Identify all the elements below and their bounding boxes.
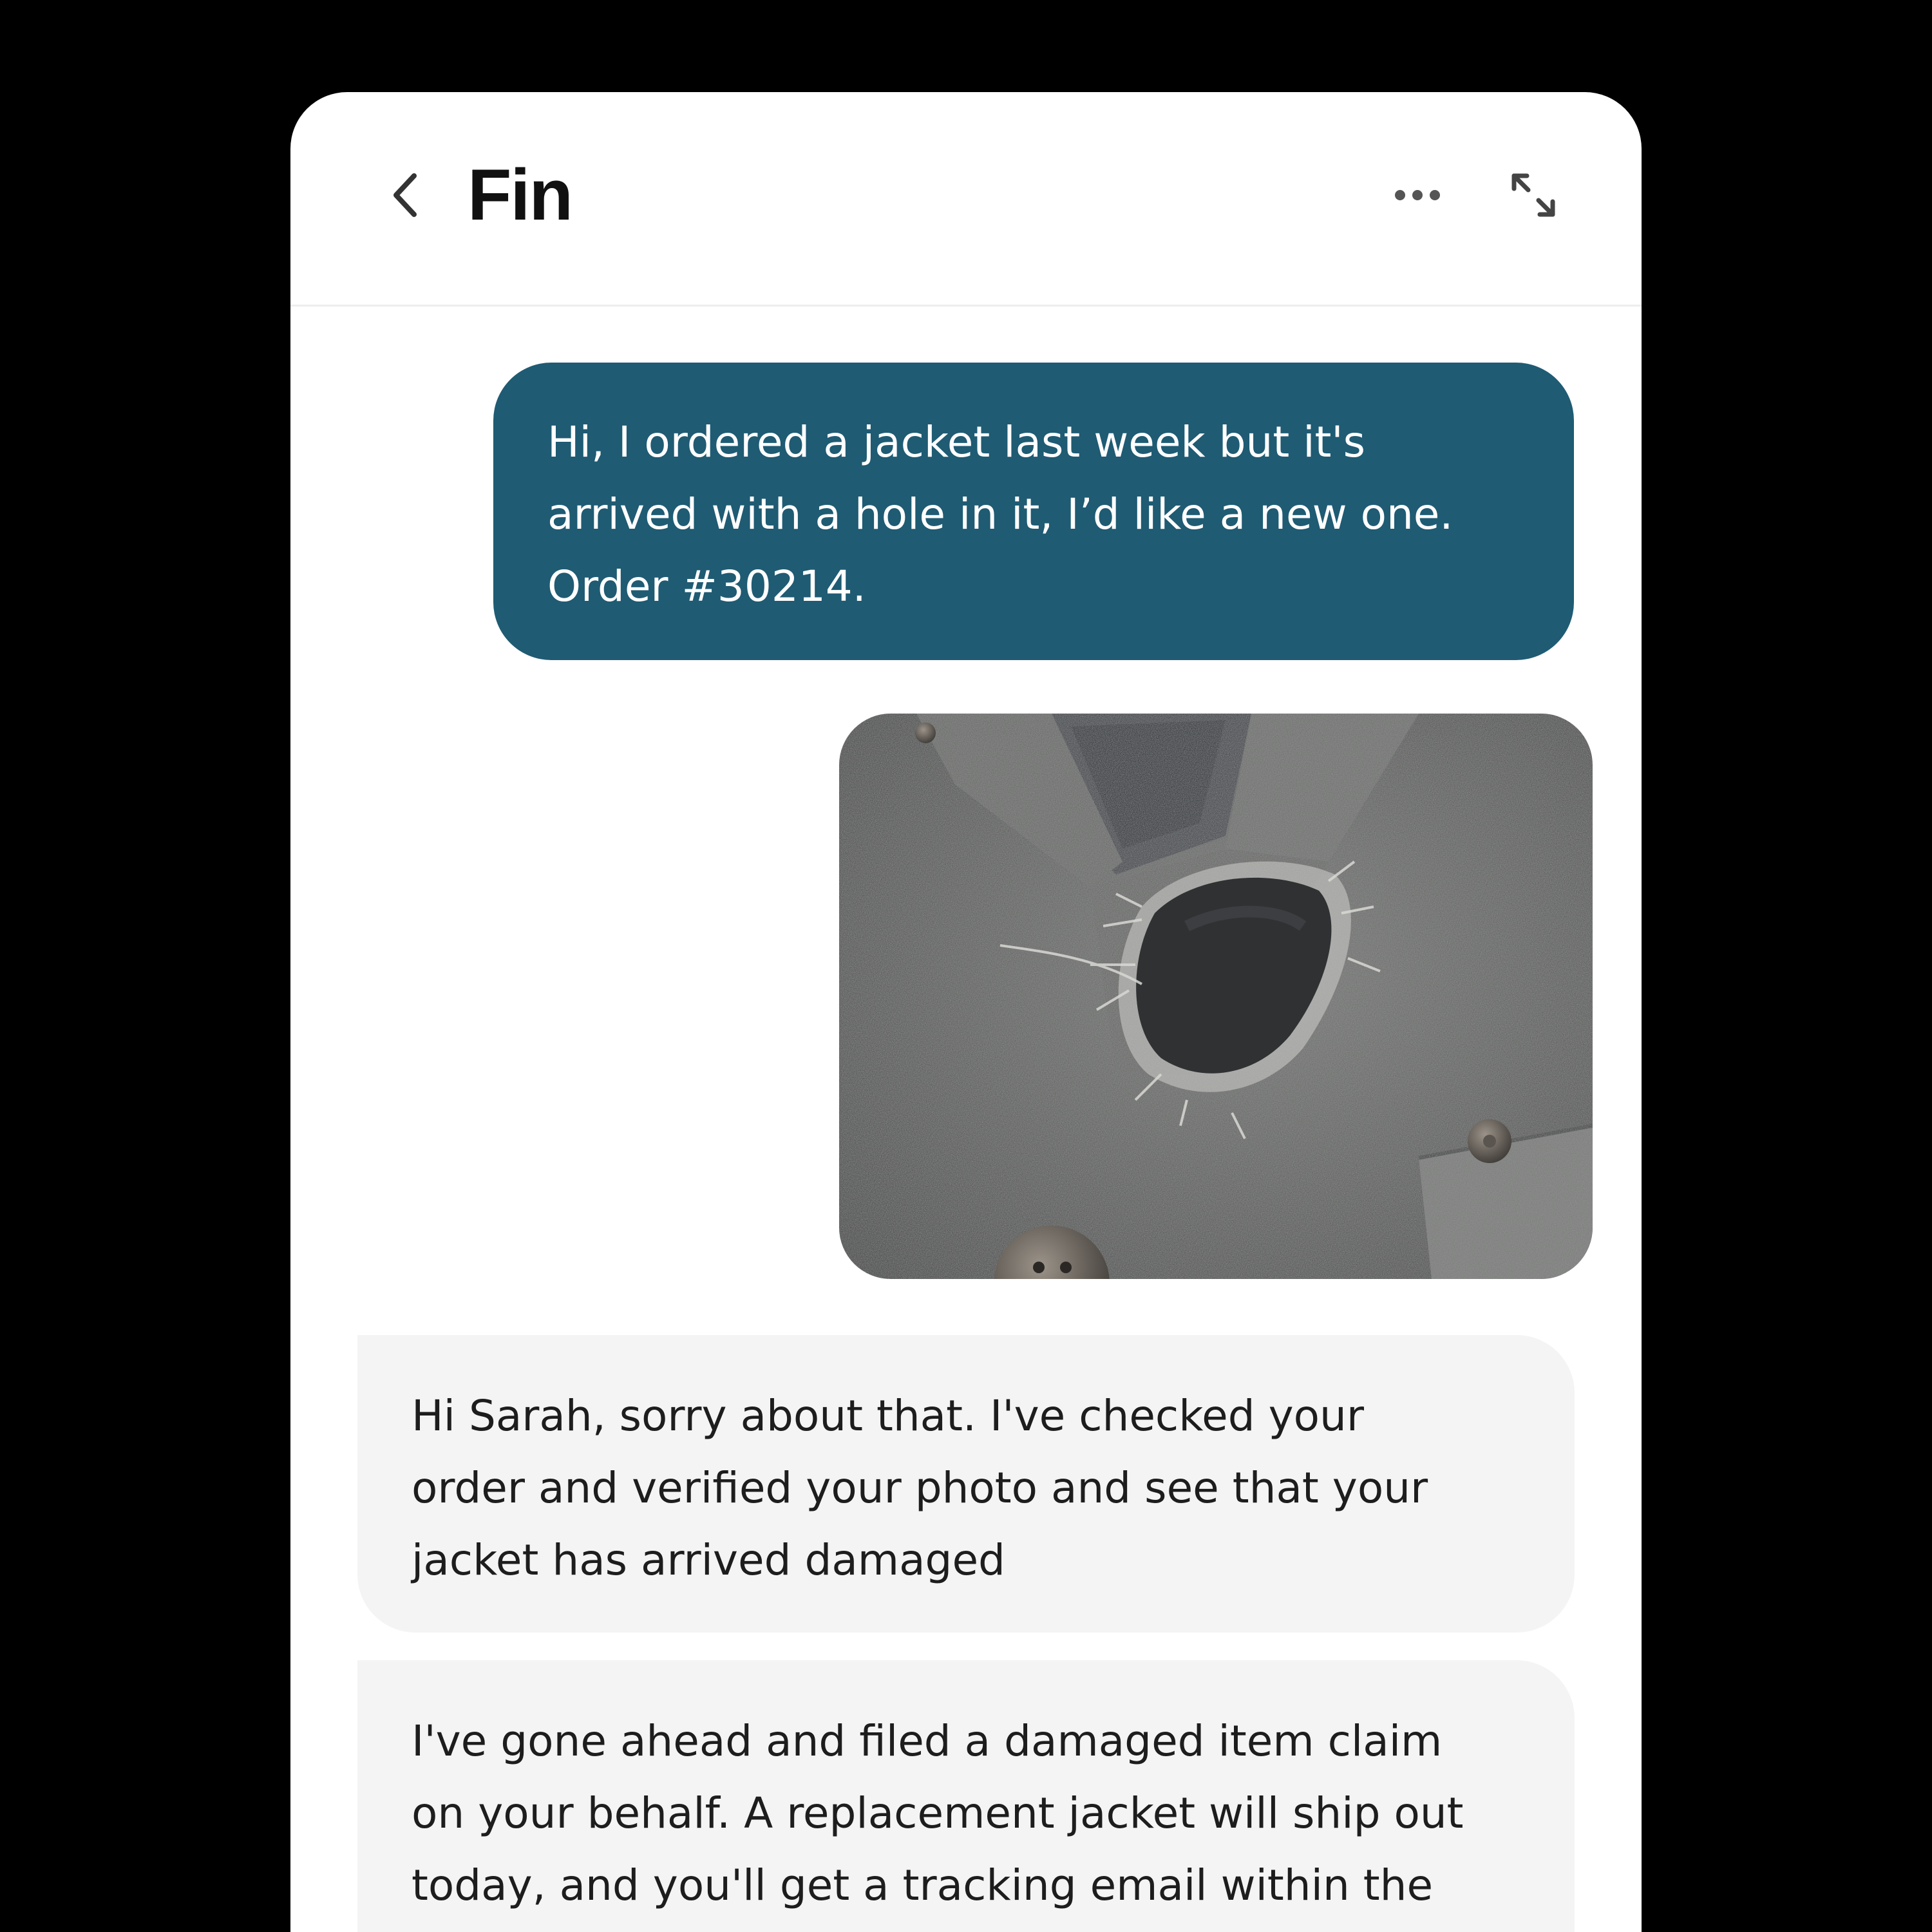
message-line: order and verified your photo and see th…	[412, 1463, 1428, 1513]
damaged-jacket-image	[839, 714, 1593, 1279]
chevron-left-icon	[393, 173, 417, 217]
message-line: Hi, I ordered a jacket last week but it'…	[547, 417, 1365, 467]
message-line: today, and you'll get a tracking email w…	[412, 1861, 1434, 1910]
attached-photo[interactable]	[839, 714, 1593, 1279]
chat-panel: Fin Hi, I ordered a jacket last week but…	[290, 92, 1642, 1932]
expand-button[interactable]	[1501, 166, 1566, 224]
ellipsis-icon	[1395, 190, 1440, 200]
message-line: arrived with a hole in it, I’d like a ne…	[547, 489, 1454, 539]
more-options-button[interactable]	[1385, 166, 1450, 224]
bot-message: I've gone ahead and filed a damaged item…	[357, 1660, 1575, 1932]
user-message: Hi, I ordered a jacket last week but it'…	[493, 363, 1574, 660]
bot-message: Hi Sarah, sorry about that. I've checked…	[357, 1335, 1575, 1633]
message-line: on your behalf. A replacement jacket wil…	[412, 1788, 1464, 1838]
back-button[interactable]	[374, 163, 439, 227]
page-title: Fin	[468, 155, 573, 235]
expand-arrows-icon	[1511, 173, 1555, 217]
message-line: Order #30214.	[547, 562, 866, 611]
chat-header: Fin	[290, 92, 1642, 307]
message-line: jacket has arrived damaged	[412, 1535, 1005, 1585]
message-line: I've gone ahead and filed a damaged item…	[412, 1716, 1443, 1766]
message-line: Hi Sarah, sorry about that. I've checked…	[412, 1391, 1364, 1441]
